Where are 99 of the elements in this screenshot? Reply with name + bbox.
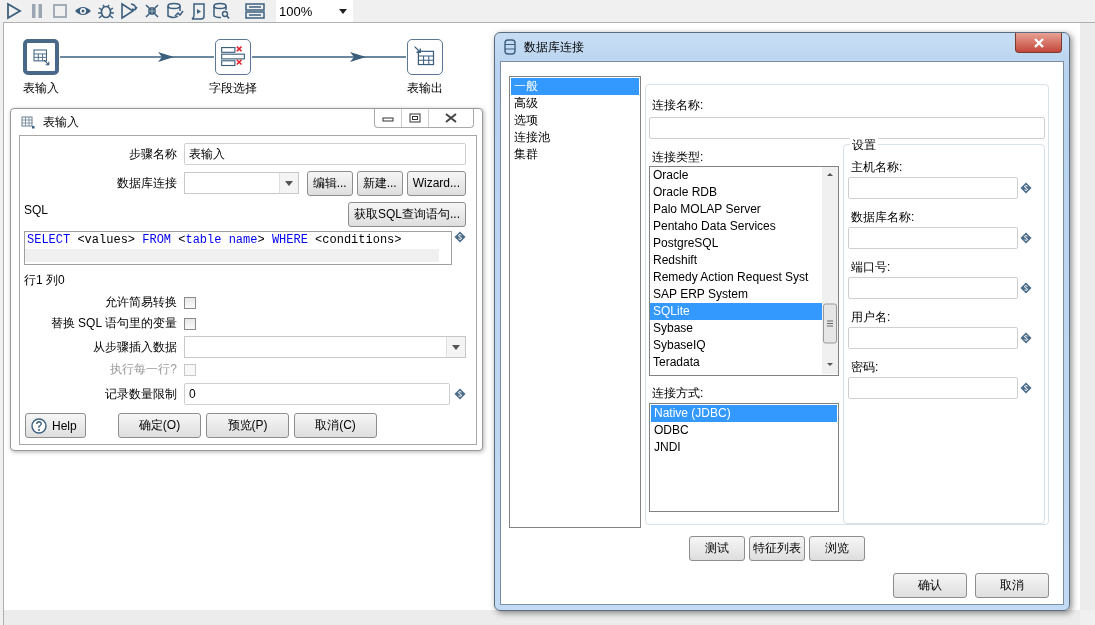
horizontal-scrollbar[interactable] xyxy=(4,610,1080,625)
variable-icon xyxy=(1020,282,1032,294)
text-field[interactable] xyxy=(848,177,1018,199)
checkbox[interactable] xyxy=(184,317,196,330)
list-item[interactable]: Sybase xyxy=(650,320,822,337)
variable-icon xyxy=(1020,182,1032,194)
list-item[interactable]: Redshift xyxy=(650,252,822,269)
list-item[interactable]: Teradata xyxy=(650,354,822,371)
database-icon xyxy=(504,39,516,55)
nav-item[interactable]: 高级 xyxy=(511,95,639,112)
button[interactable]: Help xyxy=(25,413,86,438)
list-item[interactable]: SybaseIQ xyxy=(650,337,822,354)
button[interactable]: 编辑... xyxy=(306,170,353,196)
button[interactable]: 取消(C) xyxy=(294,413,377,438)
window-title: 表输入 xyxy=(43,113,79,131)
button[interactable]: 获取SQL查询语句... xyxy=(348,202,466,227)
zoom-dropdown[interactable]: 100% xyxy=(276,0,353,22)
checkbox[interactable] xyxy=(184,296,196,309)
table-icon xyxy=(21,115,35,129)
list-item[interactable]: Oracle RDB xyxy=(650,184,822,201)
horizontal-scrollbar[interactable] xyxy=(25,248,439,262)
field-label: 密码: xyxy=(850,359,880,376)
field-label: SQL xyxy=(24,203,48,217)
bug-icon[interactable] xyxy=(97,2,115,20)
caret-icon xyxy=(339,8,347,14)
compress-icon[interactable] xyxy=(143,2,161,20)
list-item[interactable]: Oracle xyxy=(650,167,822,184)
list-item[interactable]: SAP ERP System xyxy=(650,286,822,303)
field-label: 主机名称: xyxy=(850,159,904,176)
window-title: 数据库连接 xyxy=(524,38,584,56)
field-label: 允许简易转换 xyxy=(104,294,177,311)
field-label: 端口号: xyxy=(850,259,892,276)
caret-icon xyxy=(452,344,460,350)
step-icon[interactable] xyxy=(407,39,443,75)
close-icon xyxy=(445,113,457,123)
field-label: 记录数量限制 xyxy=(104,385,177,403)
list-item[interactable]: Pentaho Data Services xyxy=(650,218,822,235)
field-label: 连接类型: xyxy=(651,149,705,166)
database-search-icon[interactable] xyxy=(212,2,230,20)
text-field[interactable] xyxy=(848,327,1018,349)
field-label: 用户名: xyxy=(850,309,892,326)
text-field[interactable]: 0 xyxy=(184,383,450,405)
button[interactable]: 确定(O) xyxy=(118,413,201,438)
button[interactable]: 测试 xyxy=(689,536,745,561)
maximize-icon xyxy=(409,113,421,123)
field-label: 连接方式: xyxy=(651,385,705,402)
variable-icon xyxy=(454,231,466,243)
variable-icon xyxy=(1020,332,1032,344)
vertical-scrollbar[interactable] xyxy=(1080,23,1095,610)
text-field[interactable] xyxy=(649,117,1045,139)
panel-icon[interactable] xyxy=(245,2,265,20)
field-label: 替换 SQL 语句里的变量 xyxy=(49,315,177,332)
help-icon xyxy=(31,417,47,434)
script-icon[interactable] xyxy=(189,2,207,20)
field-label: 数据库连接 xyxy=(116,174,177,192)
list-item[interactable]: JNDI xyxy=(651,439,837,456)
replay-icon[interactable] xyxy=(120,2,138,20)
text-field[interactable] xyxy=(848,377,1018,399)
step-label: 表输入 xyxy=(23,80,59,97)
database-chart-icon[interactable] xyxy=(166,2,184,20)
step-icon[interactable] xyxy=(215,39,251,75)
caret-icon xyxy=(284,180,293,186)
text-field[interactable]: 表输入 xyxy=(184,143,466,165)
group-title: 设置 xyxy=(850,137,878,154)
list-item[interactable]: PostgreSQL xyxy=(650,235,822,252)
button[interactable]: 新建... xyxy=(356,170,403,196)
list-item[interactable]: Remedy Action Request Syst xyxy=(650,269,822,286)
button[interactable]: 确认 xyxy=(893,573,967,598)
step-label: 表输出 xyxy=(407,80,443,97)
field-label: 步骤名称 xyxy=(128,145,177,163)
field-label: 连接名称: xyxy=(651,97,705,114)
list-item[interactable]: ODBC xyxy=(651,422,837,439)
sql-editor[interactable]: SELECT <values> FROM <table name> WHERE <conditions> xyxy=(24,231,452,265)
button[interactable]: 浏览 xyxy=(809,536,865,561)
close-button[interactable] xyxy=(1015,33,1062,53)
variable-icon xyxy=(1020,382,1032,394)
cursor-position: 行1 列0 xyxy=(24,271,65,289)
variable-icon xyxy=(454,388,466,400)
field-label: 从步骤插入数据 xyxy=(92,338,177,356)
vertical-scrollbar[interactable] xyxy=(822,167,838,374)
text-field[interactable] xyxy=(848,227,1018,249)
close-icon xyxy=(1032,37,1045,48)
nav-item[interactable]: 连接池 xyxy=(511,129,639,146)
text-field[interactable] xyxy=(848,277,1018,299)
nav-item[interactable]: 选项 xyxy=(511,112,639,129)
button[interactable]: 预览(P) xyxy=(206,413,289,438)
variable-icon xyxy=(1020,232,1032,244)
list-item[interactable]: Palo MOLAP Server xyxy=(650,201,822,218)
code-line: SELECT <values> FROM <table name> WHERE <conditions> xyxy=(26,232,403,249)
run-icon[interactable] xyxy=(5,2,23,20)
field-label: 数据库名称: xyxy=(850,209,916,226)
button[interactable]: 取消 xyxy=(975,573,1049,598)
stop-icon[interactable] xyxy=(51,2,69,20)
step-label: 字段选择 xyxy=(209,80,257,97)
button[interactable]: Wizard... xyxy=(406,170,466,196)
field-label: 执行每一行? xyxy=(109,361,177,378)
button[interactable]: 特征列表 xyxy=(749,536,805,561)
step-icon[interactable] xyxy=(23,39,59,75)
nav-item[interactable]: 集群 xyxy=(511,146,639,163)
